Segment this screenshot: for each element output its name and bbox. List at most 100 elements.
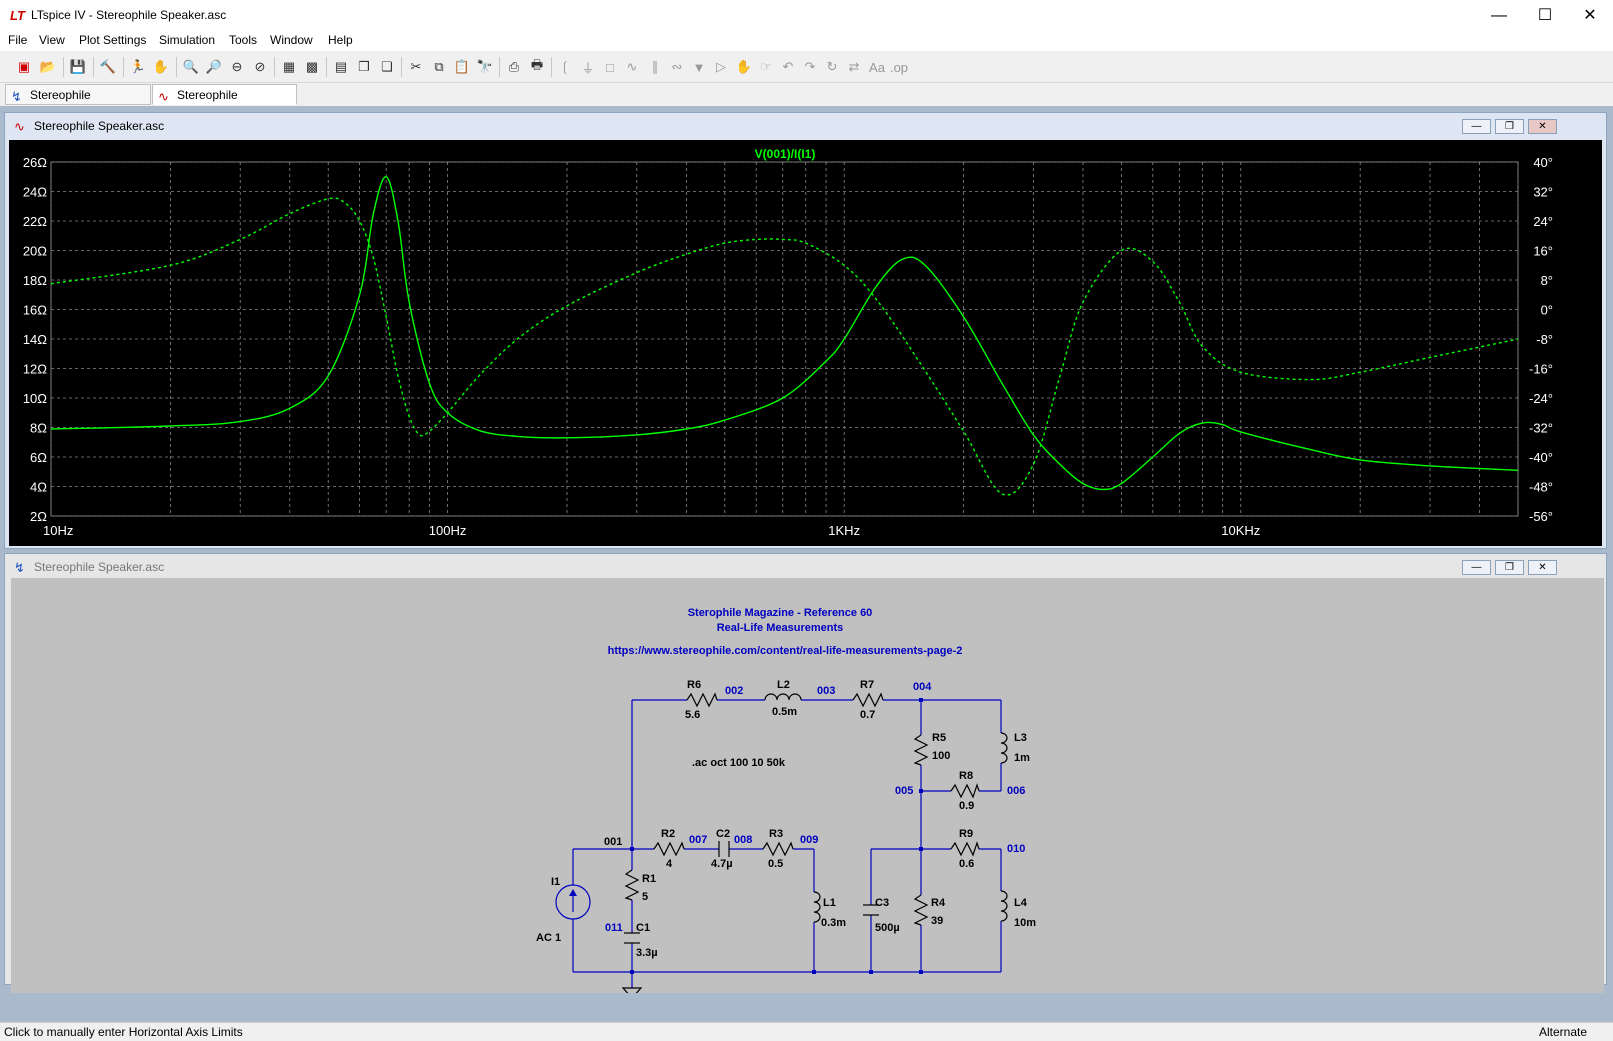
- schematic-subtitle-text[interactable]: Real-Life Measurements: [717, 622, 844, 634]
- diode-button[interactable]: ▼: [689, 57, 709, 77]
- plot-window-titlebar[interactable]: ∿ Stereophile Speaker.asc — ❐ ✕: [5, 113, 1606, 139]
- text-button[interactable]: Aa: [867, 57, 887, 77]
- label-c3-ref[interactable]: C3: [875, 897, 889, 909]
- control-panel-button[interactable]: 🔨: [98, 57, 118, 77]
- label-i1-ref[interactable]: I1: [551, 876, 560, 888]
- schematic-title-text[interactable]: Sterophile Magazine - Reference 60: [688, 607, 873, 619]
- label-r6-ref[interactable]: R6: [687, 679, 701, 691]
- label-r2-value[interactable]: 4: [666, 858, 673, 870]
- print-setup-button[interactable]: ⎙: [504, 57, 524, 77]
- plot-restore-button[interactable]: ❐: [1495, 119, 1524, 134]
- close-all-button[interactable]: ❏: [377, 57, 397, 77]
- wire-button[interactable]: ❲: [555, 57, 575, 77]
- tab-waveform[interactable]: ∿ Stereophile Speaker.asc: [152, 84, 297, 122]
- net-label-004[interactable]: 004: [913, 681, 932, 693]
- run-button[interactable]: 🏃: [128, 57, 148, 77]
- label-l2-ref[interactable]: L2: [777, 679, 790, 691]
- save-button[interactable]: 💾: [68, 57, 88, 77]
- label-r4-ref[interactable]: R4: [931, 897, 946, 909]
- schematic-window-titlebar[interactable]: ↯ Stereophile Speaker.asc — ❐ ✕: [5, 554, 1606, 580]
- label-r3-value[interactable]: 0.5: [768, 858, 783, 870]
- label-r1-value[interactable]: 5: [642, 891, 648, 903]
- rotate-button[interactable]: ↻: [822, 57, 842, 77]
- inductor-button[interactable]: ∾: [667, 57, 687, 77]
- label-r5-ref[interactable]: R5: [932, 732, 946, 744]
- cut-button[interactable]: ✂: [406, 57, 426, 77]
- label-r2-ref[interactable]: R2: [661, 828, 675, 840]
- schematic-close-button[interactable]: ✕: [1528, 560, 1557, 575]
- schematic-restore-button[interactable]: ❐: [1495, 560, 1524, 575]
- mirror-button[interactable]: ⇄: [844, 57, 864, 77]
- ground-button[interactable]: ⏚: [578, 57, 598, 77]
- cascade-button[interactable]: ❐: [354, 57, 374, 77]
- component-button[interactable]: ▷: [711, 57, 731, 77]
- halt-button[interactable]: ✋: [151, 57, 171, 77]
- net-label-005[interactable]: 005: [895, 785, 913, 797]
- plot-pane[interactable]: 10Hz 100Hz 1KHz 10KHz 26Ω 24Ω 22Ω 20Ω 18Ω 16Ω 14Ω…: [9, 140, 1602, 546]
- net-label-008[interactable]: 008: [734, 834, 752, 846]
- label-r9-value[interactable]: 0.6: [959, 858, 974, 870]
- resistor-button[interactable]: ∿: [622, 57, 642, 77]
- menu-tools[interactable]: Tools: [229, 33, 257, 47]
- net-label-003[interactable]: 003: [817, 685, 835, 697]
- label-c3-value[interactable]: 500µ: [875, 922, 900, 934]
- label-i1-value[interactable]: AC 1: [536, 932, 561, 944]
- net-label-010[interactable]: 010: [1007, 843, 1025, 855]
- redo-button[interactable]: ↷: [800, 57, 820, 77]
- schematic-canvas[interactable]: Sterophile Magazine - Reference 60 Real-…: [11, 578, 1604, 993]
- label-c1-ref[interactable]: C1: [636, 922, 650, 934]
- net-label-002[interactable]: 002: [725, 685, 743, 697]
- menu-plot-settings[interactable]: Plot Settings: [79, 33, 146, 47]
- label-l2-value[interactable]: 0.5m: [772, 706, 797, 718]
- autorange-button[interactable]: ▦: [279, 57, 299, 77]
- close-button[interactable]: ✕: [1567, 0, 1613, 31]
- label-r9-ref[interactable]: R9: [959, 828, 973, 840]
- label-l4-ref[interactable]: L4: [1014, 897, 1028, 909]
- copy-button[interactable]: ⧉: [429, 57, 449, 77]
- maximize-button[interactable]: ☐: [1522, 0, 1568, 31]
- label-l1-ref[interactable]: L1: [823, 897, 836, 909]
- schematic-drawing[interactable]: Sterophile Magazine - Reference 60 Real-…: [11, 578, 1604, 993]
- menu-help[interactable]: Help: [328, 33, 353, 47]
- new-schematic-button[interactable]: ▣: [14, 57, 34, 77]
- label-r8-ref[interactable]: R8: [959, 770, 973, 782]
- net-label-006[interactable]: 006: [1007, 785, 1025, 797]
- net-label-007[interactable]: 007: [689, 834, 707, 846]
- waveform-plot[interactable]: 10Hz 100Hz 1KHz 10KHz 26Ω 24Ω 22Ω 20Ω 18Ω 16Ω 14Ω…: [9, 140, 1602, 546]
- label-c2-ref[interactable]: C2: [716, 828, 730, 840]
- add-trace-button[interactable]: ▩: [302, 57, 322, 77]
- zoom-fit-button[interactable]: ⊘: [250, 57, 270, 77]
- menu-file[interactable]: File: [8, 33, 27, 47]
- menu-view[interactable]: View: [39, 33, 65, 47]
- zoom-area-button[interactable]: 🔎: [204, 57, 224, 77]
- spice-directive[interactable]: .ac oct 100 10 50k: [692, 757, 786, 769]
- label-l1-value[interactable]: 0.3m: [821, 917, 846, 929]
- menu-window[interactable]: Window: [270, 33, 313, 47]
- label-r7-ref[interactable]: R7: [860, 679, 874, 691]
- print-button[interactable]: 🖶: [527, 57, 547, 77]
- open-button[interactable]: 📂: [38, 57, 58, 77]
- drag-button[interactable]: ☞: [756, 57, 776, 77]
- label-r3-ref[interactable]: R3: [769, 828, 783, 840]
- zoom-in-button[interactable]: 🔍: [181, 57, 201, 77]
- label-net-button[interactable]: □: [600, 57, 620, 77]
- schematic-minimize-button[interactable]: —: [1462, 560, 1491, 575]
- paste-button[interactable]: 📋: [452, 57, 472, 77]
- move-button[interactable]: ✋: [734, 57, 754, 77]
- label-r1-ref[interactable]: R1: [642, 873, 656, 885]
- label-c2-value[interactable]: 4.7µ: [711, 858, 733, 870]
- capacitor-button[interactable]: ∥: [645, 57, 665, 77]
- label-l3-value[interactable]: 1m: [1014, 752, 1030, 764]
- label-r8-value[interactable]: 0.9: [959, 800, 974, 812]
- label-r7-value[interactable]: 0.7: [860, 709, 875, 721]
- spice-directive-button[interactable]: .op: [889, 57, 909, 77]
- label-l3-ref[interactable]: L3: [1014, 732, 1027, 744]
- net-label-011[interactable]: 011: [605, 922, 623, 934]
- label-c1-value[interactable]: 3.3µ: [636, 947, 658, 959]
- label-r6-value[interactable]: 5.6: [685, 709, 700, 721]
- label-r4-value[interactable]: 39: [931, 915, 943, 927]
- label-r5-value[interactable]: 100: [932, 750, 950, 762]
- tab-schematic[interactable]: ↯ Stereophile Speaker.asc: [5, 84, 151, 122]
- undo-button[interactable]: ↶: [778, 57, 798, 77]
- trace-label[interactable]: V(001)/I(I1): [755, 147, 816, 161]
